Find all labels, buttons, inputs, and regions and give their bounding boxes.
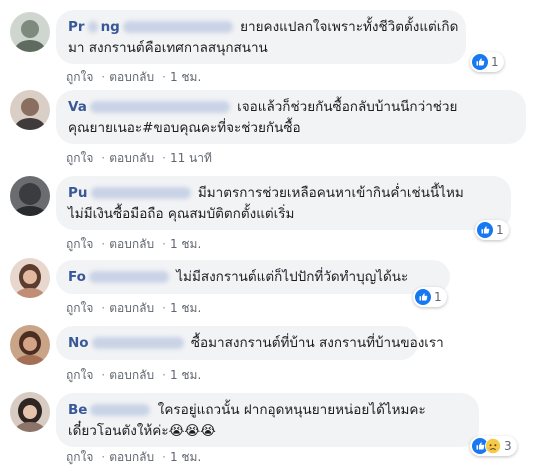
comment-text-line: มา สงกรานต์คือเทศกาลสนุกสนาน [68,40,268,56]
timestamp[interactable]: 1 ชม. [170,301,201,315]
separator-dot: · [101,368,106,382]
comment-text-line: ใครอยู่แถวนั้น ฝากอุดหนุนยายหน่อยได้ไหมค… [157,402,426,418]
separator-dot: · [101,301,106,315]
author-name-start[interactable]: No [68,335,89,351]
comment-author[interactable]: Pu [68,185,194,201]
comment-bubble: Pr ng ยายคงแปลกใจเพราะทั้งชีวิตตั้งแต่เกิ… [56,10,466,64]
comment-bubble: Pu มีมาตรการช่วยเหลือคนหาเข้ากินค่ำเช่นน… [56,176,511,230]
comment-text-line: ไม่มีสงกรานต์แต่ก็ไปปักที่วัดทำบุญได้นะ [176,269,409,285]
comment-author[interactable]: Fo [68,269,172,285]
timestamp[interactable]: 11 นาที [170,151,212,165]
author-name-mid[interactable]: ng [101,19,120,35]
separator-dot: · [162,237,166,251]
reply-link[interactable]: ตอบกลับ [109,70,154,84]
like-link[interactable]: ถูกใจ [66,368,93,382]
redacted-name [90,404,151,416]
comment-list: Pr ng ยายคงแปลกใจเพราะทั้งชีวิตตั้งแต่เกิ… [0,0,545,465]
like-icon [472,54,488,70]
reaction-count: 1 [496,223,504,237]
comment-actions: ถูกใจ · ตอบกลับ · 11 นาที [66,149,216,168]
redacted-name [122,21,233,33]
avatar[interactable] [10,12,50,52]
separator-dot: · [101,237,106,251]
redacted-name [88,271,169,283]
comment-actions: ถูกใจ · ตอบกลับ · 1 ชม. [66,299,205,318]
avatar[interactable] [10,258,50,298]
separator-dot: · [101,151,106,165]
reply-link[interactable]: ตอบกลับ [109,450,154,464]
comment-text-line: ยายคงแปลกใจเพราะทั้งชีวิตตั้งแต่เกิด [240,19,459,35]
avatar[interactable] [10,90,50,130]
comment-text-line: เจอแล้วก็ช่วยกันซื้อกลับบ้านนีกว่าช่วย [237,99,458,115]
comment-text-line: ไม่มีเงินซื้อมือถือ คุณสมบัติตกตั้งแต่เร… [68,206,295,222]
reaction-count: 3 [504,439,512,453]
comment-bubble: Va เจอแล้วก็ช่วยกันซื้อกลับบ้านนีกว่าช่ว… [56,90,526,144]
separator-dot: · [162,151,166,165]
separator-dot: · [162,301,166,315]
author-name-start[interactable]: Fo [68,269,86,285]
comment-bubble: Be ใครอยู่แถวนั้น ฝากอุดหนุนยายหน่อยได้ไ… [56,393,479,447]
reaction-count: 1 [491,55,499,69]
comment-text-line: คุณยายเนอะ#ขอบคุณคะที่จะช่วยกันซื้อ [68,120,301,136]
author-name-start[interactable]: Pr [68,19,85,35]
reaction-summary[interactable]: 1 [413,287,447,307]
timestamp[interactable]: 1 ชม. [170,70,201,84]
redacted-name [91,337,184,349]
separator-dot: · [162,368,166,382]
timestamp[interactable]: 1 ชม. [170,450,201,464]
comment-text-line: มีมาตรการช่วยเหลือคนหาเข้ากินค่ำเช่นนี้ไ… [197,185,464,201]
like-link[interactable]: ถูกใจ [66,151,93,165]
redacted-name [89,101,230,113]
reply-link[interactable]: ตอบกลับ [109,151,154,165]
like-icon [415,289,431,305]
reply-link[interactable]: ตอบกลับ [109,368,154,382]
avatar[interactable] [10,176,50,216]
comment-text-line: เดี๋ยวโอนตังให้ค่ะ😭😭😭 [68,423,216,439]
comment-actions: ถูกใจ · ตอบกลับ · 1 ชม. [66,448,205,465]
redacted-name [87,21,98,33]
comment-bubble: No ซื้อมาสงกรานต์ที่บ้าน สงกรานที่บ้านขอ… [56,326,444,360]
reaction-summary[interactable]: 1 [475,220,509,240]
separator-dot: · [101,450,106,464]
avatar[interactable] [10,325,50,365]
reply-link[interactable]: ตอบกลับ [109,237,154,251]
author-name-start[interactable]: Pu [68,185,88,201]
comment-author[interactable]: No [68,335,187,351]
separator-dot: · [101,70,106,84]
reaction-summary[interactable]: 3 [470,436,517,456]
like-link[interactable]: ถูกใจ [66,301,93,315]
comment-actions: ถูกใจ · ตอบกลับ · 1 ชม. [66,68,205,87]
like-icon [477,222,493,238]
reply-link[interactable]: ตอบกลับ [109,301,154,315]
comment-actions: ถูกใจ · ตอบกลับ · 1 ชม. [66,366,205,385]
separator-dot: · [162,70,166,84]
comment-actions: ถูกใจ · ตอบกลับ · 1 ชม. [66,235,205,254]
comment-bubble: Fo ไม่มีสงกรานต์แต่ก็ไปปักที่วัดทำบุญได้… [56,260,450,294]
like-link[interactable]: ถูกใจ [66,450,93,464]
avatar[interactable] [10,392,50,432]
timestamp[interactable]: 1 ชม. [170,368,201,382]
comment-author[interactable]: Va [68,99,233,115]
comment-author[interactable]: Pr ng [68,19,236,35]
sad-icon [485,438,501,454]
comment-text-line: ซื้อมาสงกรานต์ที่บ้าน สงกรานที่บ้านของเร… [190,335,444,351]
author-name-start[interactable]: Be [68,402,87,418]
redacted-name [90,187,191,199]
timestamp[interactable]: 1 ชม. [170,237,201,251]
like-link[interactable]: ถูกใจ [66,237,93,251]
reaction-count: 1 [434,290,442,304]
reaction-summary[interactable]: 1 [470,52,504,72]
separator-dot: · [162,450,166,464]
like-link[interactable]: ถูกใจ [66,70,93,84]
comment-author[interactable]: Be [68,402,153,418]
author-name-start[interactable]: Va [68,99,87,115]
